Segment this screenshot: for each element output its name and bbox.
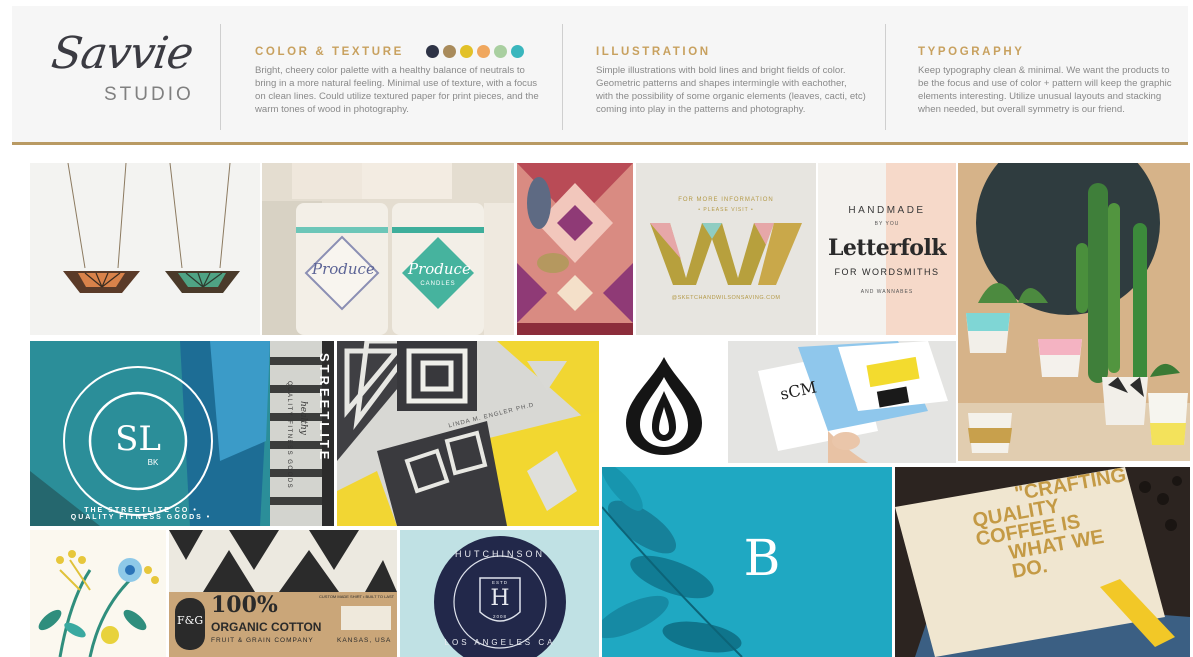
logo-script: Savvie bbox=[48, 28, 196, 79]
header-divider-rule bbox=[12, 142, 1188, 145]
section-body: Bright, cheery color palette with a heal… bbox=[255, 65, 539, 115]
b-monogram: B bbox=[743, 529, 781, 587]
hutchinson-badge-tile: HUTCHINSON H ESTD 2008 LOS ANGELES CA bbox=[400, 530, 599, 657]
hutchinson-text: HUTCHINSON bbox=[455, 549, 545, 559]
color-swatch bbox=[443, 45, 456, 58]
produce-label: Produce bbox=[408, 260, 471, 278]
year-label: 2008 bbox=[492, 614, 507, 619]
los-angeles-text: LOS ANGELES CA bbox=[444, 638, 556, 647]
by-you-label: BY YOU bbox=[874, 221, 900, 227]
custom-made-label: CUSTOM MADE SHIRT • BUILT TO LAST bbox=[319, 594, 395, 599]
illustration-section: ILLUSTRATION Simple illustrations with b… bbox=[596, 46, 866, 116]
organic-cotton-label: F&G 100% ORGANIC COTTON FRUIT & GRAIN CO… bbox=[169, 530, 397, 657]
streetlite-co-photo: SL BK THE STREETLITE CO • QUALITY FITNES… bbox=[30, 341, 334, 526]
color-swatch bbox=[460, 45, 473, 58]
color-swatch bbox=[426, 45, 439, 58]
estd-label: ESTD bbox=[491, 580, 508, 585]
savvie-studio-logo: Savvie STUDIO bbox=[40, 28, 200, 118]
section-title: ILLUSTRATION bbox=[596, 46, 711, 58]
drop-logo-tile bbox=[602, 341, 726, 463]
organic-cotton-heading: ORGANIC COTTON bbox=[211, 620, 322, 634]
streetlite-ring-text: THE STREETLITE CO • QUALITY FITNESS GOOD… bbox=[70, 507, 212, 521]
business-cards-photo: sCM bbox=[728, 341, 956, 463]
percent-label: 100% bbox=[211, 592, 278, 618]
header-divider bbox=[220, 24, 221, 130]
necklace-photo bbox=[30, 163, 260, 335]
letterfolk-wordmark: Letterfolk bbox=[827, 235, 947, 261]
produce-label: Produce bbox=[312, 260, 375, 278]
produce-candles-photo: Produce Produce CANDLES bbox=[262, 163, 514, 335]
info-card-url: @SKETCHANDWILSONSAVING.COM bbox=[671, 295, 781, 301]
fitness-goods-vertical: QUALITY FITNESS GOODS bbox=[286, 381, 292, 490]
color-swatch bbox=[511, 45, 524, 58]
healthy-script: healthy bbox=[298, 401, 308, 435]
color-swatch bbox=[477, 45, 490, 58]
sl-monogram: SL bbox=[115, 419, 161, 459]
info-card-heading: FOR MORE INFORMATION bbox=[678, 197, 774, 203]
kilim-rug-photo bbox=[517, 163, 633, 335]
floral-illustration bbox=[30, 530, 166, 657]
potted-cactus-photo bbox=[958, 163, 1190, 461]
info-card-photo: FOR MORE INFORMATION • PLEASE VISIT • @S… bbox=[636, 163, 816, 335]
geometric-cards-photo: LINDA M. ENGLER PH.D bbox=[337, 341, 599, 526]
wordsmiths-tagline: FOR WORDSMITHS bbox=[834, 267, 940, 277]
crafting-coffee-photo: "CRAFTING QUALITY COFFEE IS WHAT WE DO. bbox=[895, 467, 1190, 657]
fg-monogram: F&G bbox=[177, 614, 204, 627]
teal-leaf-photo: B bbox=[602, 467, 892, 657]
candles-label: CANDLES bbox=[420, 281, 456, 287]
section-body: Simple illustrations with bold lines and… bbox=[596, 65, 866, 115]
section-body: Keep typography clean & minimal. We want… bbox=[918, 65, 1172, 115]
h-monogram: H bbox=[490, 586, 510, 611]
company-name: FRUIT & GRAIN COMPANY bbox=[211, 637, 314, 644]
letterfolk-card-photo: HANDMADE BY YOU Letterfolk FOR WORDSMITH… bbox=[818, 163, 956, 335]
bk-monogram: BK bbox=[147, 458, 159, 467]
color-palette bbox=[426, 45, 524, 59]
handmade-label: HANDMADE bbox=[848, 205, 926, 216]
streetlite-vertical: STREETLITE bbox=[317, 353, 332, 463]
logo-studio: STUDIO bbox=[104, 84, 194, 105]
header-divider bbox=[885, 24, 886, 130]
header-divider bbox=[562, 24, 563, 130]
place-label: KANSAS, USA bbox=[337, 637, 392, 644]
wannabes-label: AND WANNABES bbox=[860, 289, 914, 295]
section-title: TYPOGRAPHY bbox=[918, 46, 1025, 58]
typography-section: TYPOGRAPHY Keep typography clean & minim… bbox=[918, 46, 1178, 116]
info-card-sub: • PLEASE VISIT • bbox=[698, 207, 754, 213]
color-swatch bbox=[494, 45, 507, 58]
